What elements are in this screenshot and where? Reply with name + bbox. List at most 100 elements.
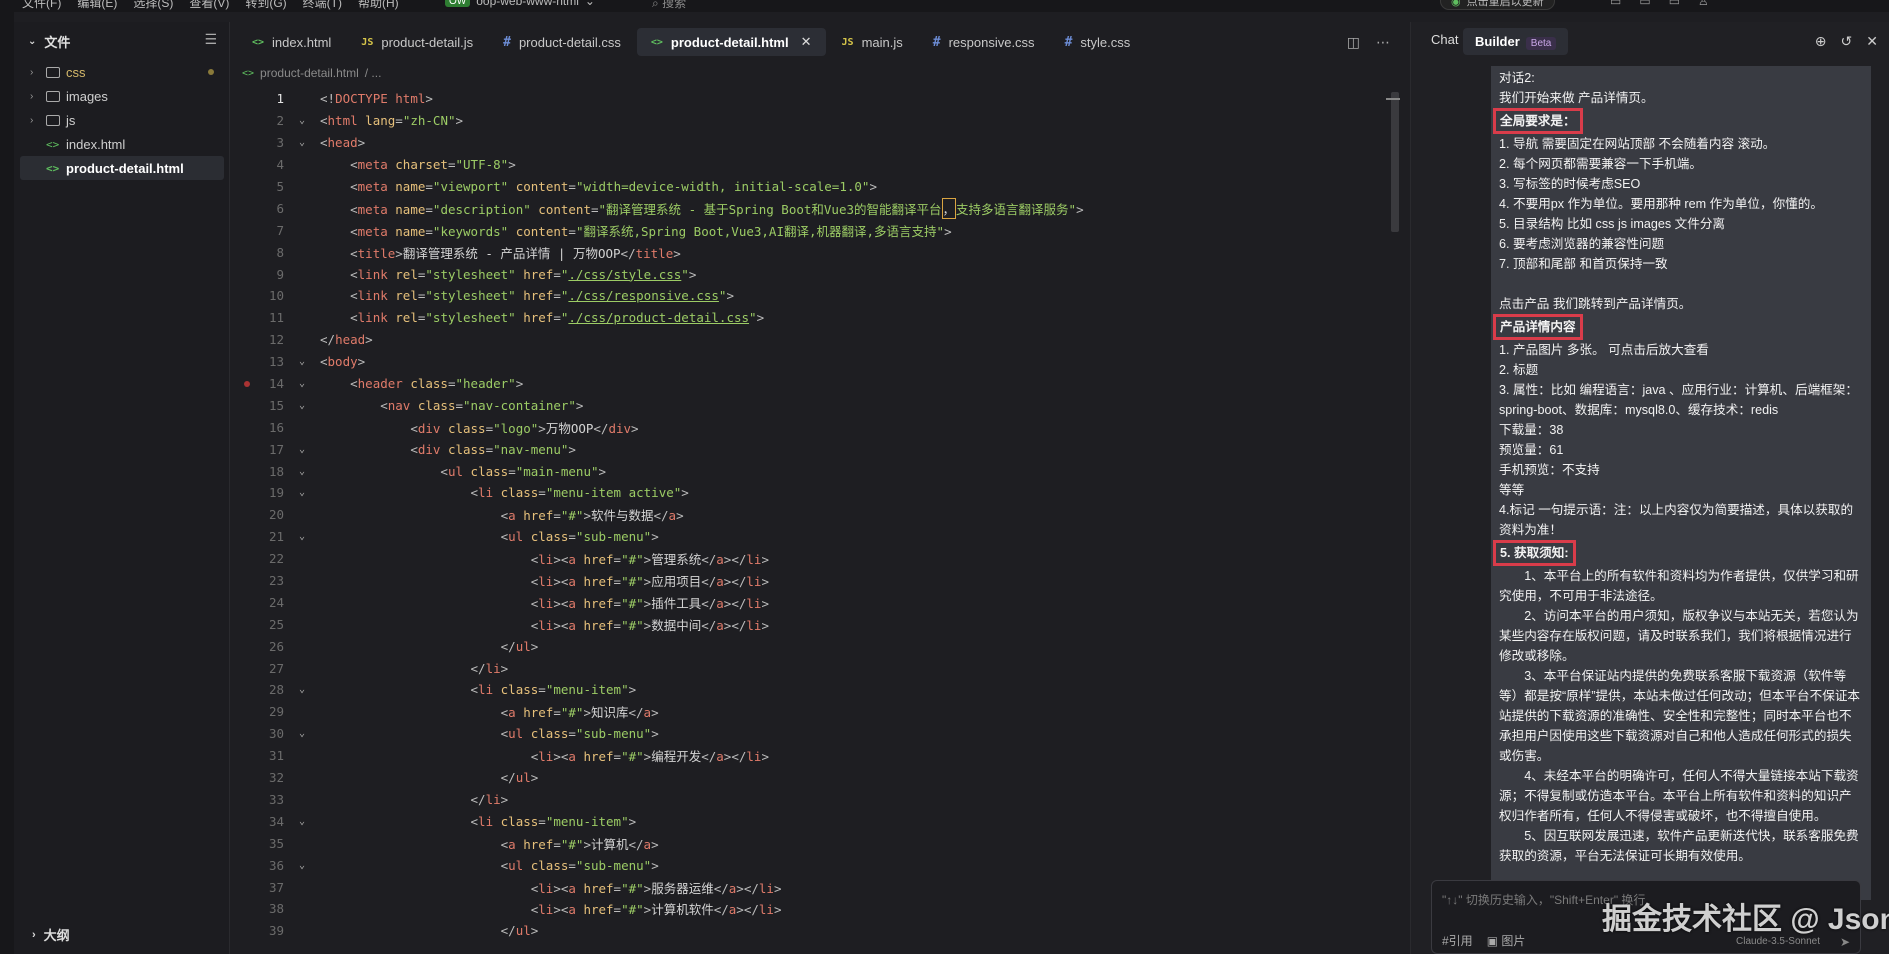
fold-chevron-icon[interactable]: ⌄ (284, 137, 320, 148)
tab-main-js[interactable]: JS main.js (828, 28, 917, 56)
code-line[interactable]: 11 <link rel="stylesheet" href="./css/pr… (236, 307, 1396, 329)
new-chat-icon[interactable]: ⊕ (1815, 33, 1827, 50)
fold-chevron-icon[interactable]: ⌄ (284, 378, 320, 389)
menu-file[interactable]: 文件(F) (22, 0, 61, 11)
code-line[interactable]: 30 ⌄ <ul class="sub-menu"> (236, 723, 1396, 745)
code-line[interactable]: 14 ⌄ <header class="header"> (236, 373, 1396, 395)
layout-sidebar-icon[interactable]: ▭ (1610, 0, 1621, 8)
code-line[interactable]: 24 <li><a href="#">插件工具</a></li> (236, 591, 1396, 613)
code-line[interactable]: 9 <link rel="stylesheet" href="./css/sty… (236, 263, 1396, 285)
tree-folder-css[interactable]: › css (20, 60, 224, 84)
history-icon[interactable]: ↺ (1841, 33, 1853, 50)
close-icon[interactable]: ✕ (801, 34, 812, 50)
layout-right-icon[interactable]: ▭ (1669, 0, 1680, 8)
image-button[interactable]: ▣ 图片 (1487, 932, 1526, 949)
code-line[interactable]: 37 <li><a href="#">服务器运维</a></li> (236, 876, 1396, 898)
fold-chevron-icon[interactable]: ⌄ (284, 466, 320, 477)
fold-chevron-icon[interactable]: ⌄ (284, 684, 320, 695)
code-line[interactable]: 32 </ul> (236, 767, 1396, 789)
reference-button[interactable]: #引用 (1442, 932, 1473, 949)
code-line[interactable]: 31 <li><a href="#">编程开发</a></li> (236, 745, 1396, 767)
split-editor-icon[interactable]: ◫ (1347, 34, 1360, 51)
project-switcher[interactable]: OW oop-web-www-html ⌄ (445, 0, 595, 8)
tree-folder-images[interactable]: › images (20, 84, 224, 108)
code-view[interactable]: 1 <!DOCTYPE html> 2 ⌄ <html lang="zh-CN"> 3 ⌄ <… (236, 88, 1396, 954)
tab-chat[interactable]: Chat (1431, 32, 1458, 47)
code-line[interactable]: 3 ⌄ <head> (236, 132, 1396, 154)
code-line[interactable]: 23 <li><a href="#">应用项目</a></li> (236, 570, 1396, 592)
code-line[interactable]: 28 ⌄ <li class="menu-item"> (236, 679, 1396, 701)
code-line[interactable]: 12 </head> (236, 329, 1396, 351)
cursor-ruler-marker (1386, 98, 1400, 100)
menu-view[interactable]: 查看(V) (189, 0, 229, 11)
outline-section[interactable]: › 大纲 (32, 925, 70, 944)
menu-go[interactable]: 转到(G) (245, 0, 286, 11)
code-line[interactable]: 38 <li><a href="#">计算机软件</a></li> (236, 898, 1396, 920)
tab-style-css[interactable]: # style.css (1051, 28, 1145, 56)
code-line[interactable]: 39 </ul> (236, 920, 1396, 942)
code-line[interactable]: 33 </li> (236, 789, 1396, 811)
code-line[interactable]: 22 <li><a href="#">管理系统</a></li> (236, 548, 1396, 570)
tab-product-detail-css[interactable]: # product-detail.css (489, 28, 635, 56)
code-text: <div class="nav-menu"> (410, 441, 576, 457)
code-line[interactable]: 4 <meta charset="UTF-8"> (236, 154, 1396, 176)
explorer-header[interactable]: ⌄ 文件 (28, 32, 70, 51)
code-line[interactable]: 1 <!DOCTYPE html> (236, 88, 1396, 110)
code-text: <a href="#">计算机</a> (500, 836, 659, 852)
tab-responsive-css[interactable]: # responsive.css (919, 28, 1049, 56)
editor-scrollbar[interactable] (1391, 92, 1399, 232)
explorer-options-icon[interactable]: ☰ (204, 31, 217, 48)
code-line[interactable]: 19 ⌄ <li class="menu-item active"> (236, 482, 1396, 504)
tab-index-html[interactable]: <> index.html (238, 28, 345, 56)
code-line[interactable]: 26 </ul> (236, 635, 1396, 657)
tree-file-index-html[interactable]: <> index.html (20, 132, 224, 156)
tree-folder-js[interactable]: › js (20, 108, 224, 132)
code-text: <link rel="stylesheet" href="./css/respo… (350, 288, 734, 304)
code-line[interactable]: 34 ⌄ <li class="menu-item"> (236, 810, 1396, 832)
code-line[interactable]: 29 <a href="#">知识库</a> (236, 701, 1396, 723)
update-button[interactable]: ◉ 点击重启以更新 (1440, 0, 1555, 10)
code-line[interactable]: 25 <li><a href="#">数据中间</a></li> (236, 613, 1396, 635)
breadcrumb-file[interactable]: product-detail.html (260, 66, 359, 80)
code-line[interactable]: 36 ⌄ <ul class="sub-menu"> (236, 854, 1396, 876)
code-line[interactable]: 20 <a href="#">软件与数据</a> (236, 504, 1396, 526)
code-line[interactable]: 16 <div class="logo">万物OOP</div> (236, 416, 1396, 438)
tab-product-detail-js[interactable]: JS product-detail.js (347, 28, 487, 56)
code-line[interactable]: 2 ⌄ <html lang="zh-CN"> (236, 110, 1396, 132)
command-search[interactable]: ⌕ 搜索 (652, 0, 686, 11)
menu-selection[interactable]: 选择(S) (133, 0, 173, 11)
fold-chevron-icon[interactable]: ⌄ (284, 816, 320, 827)
code-line[interactable]: 21 ⌄ <ul class="sub-menu"> (236, 526, 1396, 548)
code-line[interactable]: 15 ⌄ <nav class="nav-container"> (236, 394, 1396, 416)
fold-chevron-icon[interactable]: ⌄ (284, 400, 320, 411)
breakpoint-icon[interactable] (244, 380, 250, 387)
menu-terminal[interactable]: 终端(T) (303, 0, 342, 11)
code-line[interactable]: 13 ⌄ <body> (236, 351, 1396, 373)
close-icon[interactable]: ✕ (1866, 33, 1878, 50)
fold-chevron-icon[interactable]: ⌄ (284, 531, 320, 542)
code-line[interactable]: 17 ⌄ <div class="nav-menu"> (236, 438, 1396, 460)
code-line[interactable]: 8 <title>翻译管理系统 - 产品详情 | 万物OOP</title> (236, 241, 1396, 263)
fold-chevron-icon[interactable]: ⌄ (284, 487, 320, 498)
code-line[interactable]: 18 ⌄ <ul class="main-menu"> (236, 460, 1396, 482)
tree-file-product-detail-html[interactable]: <> product-detail.html (20, 156, 224, 180)
tab-product-detail-html[interactable]: <> product-detail.html ✕ (636, 28, 826, 56)
tab-builder[interactable]: Builder Beta (1463, 28, 1569, 55)
code-line[interactable]: 6 <meta name="description" content="翻译管理… (236, 197, 1396, 219)
code-line[interactable]: 5 <meta name="viewport" content="width=d… (236, 176, 1396, 198)
code-line[interactable]: 7 <meta name="keywords" content="翻译系统,Sp… (236, 219, 1396, 241)
code-line[interactable]: 10 <link rel="stylesheet" href="./css/re… (236, 285, 1396, 307)
menu-help[interactable]: 帮助(H) (358, 0, 399, 11)
account-icon[interactable]: ♙ (1698, 0, 1709, 8)
fold-chevron-icon[interactable]: ⌄ (284, 115, 320, 126)
fold-chevron-icon[interactable]: ⌄ (284, 356, 320, 367)
more-icon[interactable]: ⋯ (1376, 34, 1390, 51)
menu-edit[interactable]: 编辑(E) (77, 0, 117, 11)
code-line[interactable]: 35 <a href="#">计算机</a> (236, 832, 1396, 854)
code-text: <!DOCTYPE html> (320, 91, 433, 107)
fold-chevron-icon[interactable]: ⌄ (284, 728, 320, 739)
layout-panel-icon[interactable]: ▭ (1639, 0, 1650, 8)
code-line[interactable]: 27 </li> (236, 657, 1396, 679)
fold-chevron-icon[interactable]: ⌄ (284, 860, 320, 871)
fold-chevron-icon[interactable]: ⌄ (284, 444, 320, 455)
